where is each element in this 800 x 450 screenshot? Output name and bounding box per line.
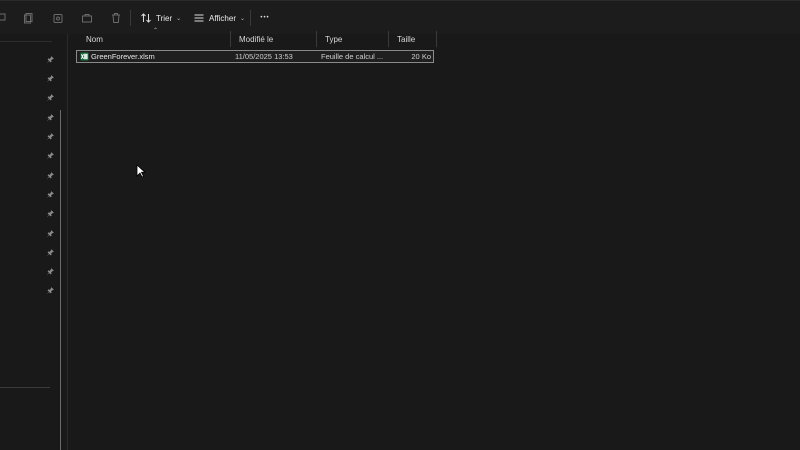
column-header-modified-label: Modifié le: [239, 34, 274, 44]
pane-splitter[interactable]: [67, 34, 68, 450]
pin-icon[interactable]: [45, 170, 55, 180]
pin-icon[interactable]: [45, 208, 55, 218]
file-name: GreenForever.xlsm: [91, 52, 155, 61]
file-type: Feuille de calcul ...: [321, 52, 384, 61]
navigation-divider: [0, 41, 52, 42]
pin-icon[interactable]: [45, 228, 55, 238]
column-header-modified[interactable]: Modifié le: [231, 31, 317, 47]
sort-label: Trier: [156, 13, 173, 23]
excel-file-icon: [80, 52, 89, 61]
pin-icon[interactable]: [45, 189, 55, 199]
view-label: Afficher: [209, 13, 236, 23]
pin-icon[interactable]: [45, 54, 55, 64]
file-row[interactable]: GreenForever.xlsm 11/05/2025 13:53 Feuil…: [76, 50, 434, 63]
more-icon: •••: [260, 15, 270, 21]
copy-icon[interactable]: [22, 11, 36, 25]
cut-icon[interactable]: [0, 11, 8, 25]
toolbar-separator: [250, 10, 251, 26]
chevron-down-icon: ⌄: [176, 15, 182, 22]
pin-icon[interactable]: [45, 247, 55, 257]
pin-icon[interactable]: [45, 73, 55, 83]
sort-icon: [141, 13, 151, 23]
navigation-divider: [0, 387, 50, 388]
delete-icon[interactable]: [109, 11, 123, 25]
share-icon[interactable]: [80, 11, 94, 25]
file-modified: 11/05/2025 13:53: [235, 52, 293, 61]
chevron-down-icon: ⌄: [239, 15, 246, 22]
pin-icon[interactable]: [45, 112, 55, 122]
pin-icon[interactable]: [45, 285, 55, 295]
column-header-size[interactable]: Taille: [389, 31, 437, 47]
toolbar-separator: [130, 10, 131, 26]
column-header-name[interactable]: Nom: [78, 31, 231, 47]
view-icon: [194, 14, 204, 22]
command-bar: Trier ⌄ Afficher ⌄ •••: [0, 1, 800, 34]
sort-button[interactable]: Trier ⌄: [140, 10, 181, 26]
navigation-scrollbar[interactable]: [60, 110, 61, 450]
column-header-type-label: Type: [325, 34, 343, 44]
more-options-button[interactable]: •••: [258, 10, 272, 26]
column-header-name-label: Nom: [86, 34, 103, 44]
paste-icon[interactable]: [51, 11, 65, 25]
column-header-type[interactable]: Type: [317, 31, 389, 47]
pin-icon[interactable]: [45, 150, 55, 160]
column-header-size-label: Taille: [397, 34, 416, 44]
pin-icon[interactable]: [45, 92, 55, 102]
file-size: 20 Ko: [411, 52, 431, 61]
pin-icon[interactable]: [45, 131, 55, 141]
pin-icon[interactable]: [45, 266, 55, 276]
mouse-cursor-icon: [136, 164, 146, 178]
view-button[interactable]: Afficher ⌄: [193, 10, 245, 26]
